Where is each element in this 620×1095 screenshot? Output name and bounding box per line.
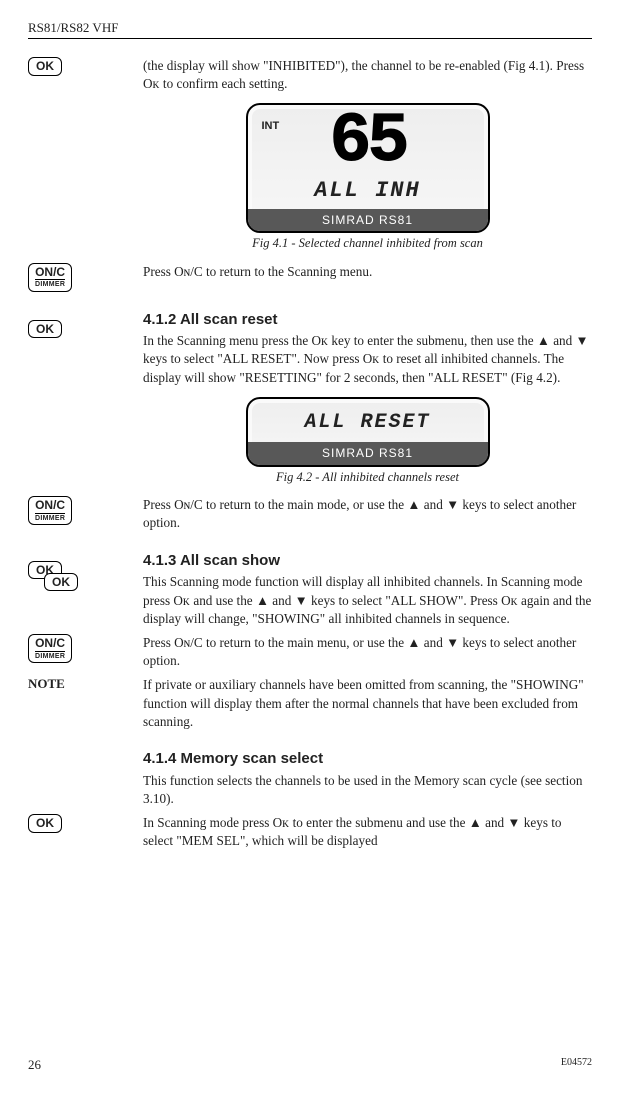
body-412: In the Scanning menu press the Oᴋ key to… xyxy=(143,332,592,387)
onc-label: ON/C xyxy=(35,266,65,279)
dimmer-sublabel: DIMMER xyxy=(35,513,65,522)
lcd-footer-label: SIMRAD RS81 xyxy=(248,442,488,465)
page-header: RS81/RS82 VHF xyxy=(28,20,592,39)
document-number: E04572 xyxy=(561,1057,592,1073)
stacked-ok-icons: OK OK xyxy=(28,561,88,601)
heading-412: 4.1.2 All scan reset xyxy=(143,310,592,331)
dimmer-sublabel: DIMMER xyxy=(35,651,65,660)
ok-label: OK xyxy=(52,576,70,589)
lcd-display-fig42: ALL RESET SIMRAD RS81 xyxy=(246,397,490,467)
note-label: NOTE xyxy=(28,676,143,692)
paragraph-return-mainmode: Press Oɴ/C to return to the main mode, o… xyxy=(143,496,592,532)
ok-button-icon: OK xyxy=(28,320,62,339)
fig42-caption: Fig 4.2 - All inhibited channels reset xyxy=(143,469,592,486)
dimmer-sublabel: DIMMER xyxy=(35,279,65,288)
onc-label: ON/C xyxy=(35,637,65,650)
int-indicator: INT xyxy=(262,119,280,134)
body-413: This Scanning mode function will display… xyxy=(143,573,592,628)
onc-button-icon: ON/C DIMMER xyxy=(28,634,72,663)
note-body: If private or auxiliary channels have be… xyxy=(143,676,592,731)
lcd-footer-label: SIMRAD RS81 xyxy=(248,209,488,232)
lcd-display-fig41: INT 65 ALL INH SIMRAD RS81 xyxy=(246,103,490,233)
page-number: 26 xyxy=(28,1057,41,1073)
page-footer: 26 E04572 xyxy=(28,1057,592,1073)
heading-413: 4.1.3 All scan show xyxy=(143,551,592,572)
ok-button-icon: OK xyxy=(44,573,78,592)
ok-label: OK xyxy=(36,60,54,73)
ok-label: OK xyxy=(36,323,54,336)
channel-number: 65 xyxy=(258,111,478,174)
lcd-text-line: ALL INH xyxy=(258,176,478,206)
paragraph-intro: (the display will show "INHIBITED"), the… xyxy=(143,57,592,93)
manual-page: RS81/RS82 VHF OK (the display will show … xyxy=(0,0,620,1095)
fig41-caption: Fig 4.1 - Selected channel inhibited fro… xyxy=(143,235,592,252)
lcd-text-line: ALL RESET xyxy=(258,409,478,437)
paragraph-return-scanning: Press Oɴ/C to return to the Scanning men… xyxy=(143,263,592,281)
body-414a: This function selects the channels to be… xyxy=(143,772,592,808)
onc-label: ON/C xyxy=(35,499,65,512)
onc-button-icon: ON/C DIMMER xyxy=(28,496,72,525)
ok-button-icon: OK xyxy=(28,57,62,76)
onc-button-icon: ON/C DIMMER xyxy=(28,263,72,292)
paragraph-return-mainmenu: Press Oɴ/C to return to the main menu, o… xyxy=(143,634,592,670)
ok-button-icon: OK xyxy=(28,814,62,833)
body-414b: In Scanning mode press Oᴋ to enter the s… xyxy=(143,814,592,850)
ok-label: OK xyxy=(36,817,54,830)
heading-414: 4.1.4 Memory scan select xyxy=(143,749,592,770)
model-label: RS81/RS82 VHF xyxy=(28,20,118,35)
